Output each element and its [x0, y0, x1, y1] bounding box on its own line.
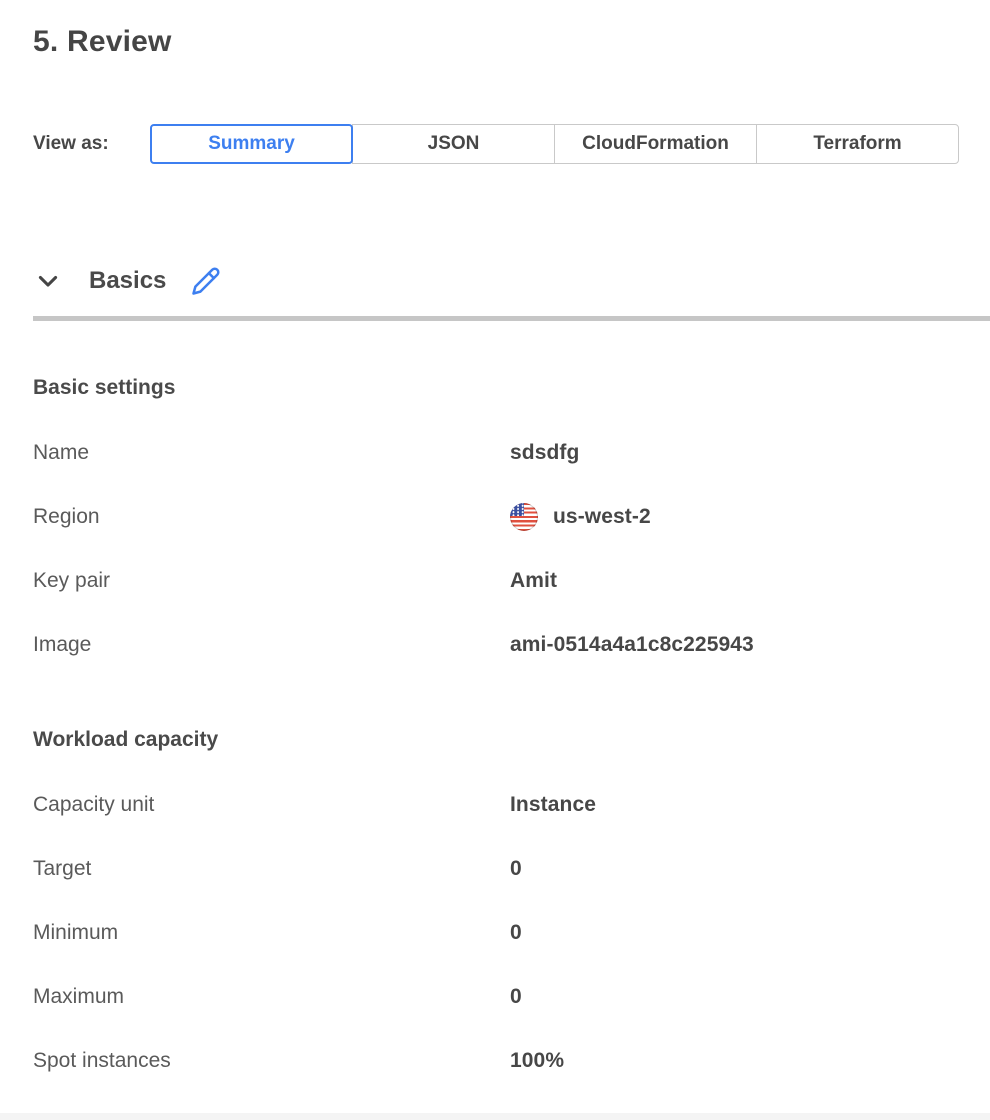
basics-section-title: Basics: [89, 267, 166, 295]
row-label: Name: [33, 441, 510, 465]
row-label: Image: [33, 633, 510, 657]
tab-terraform[interactable]: Terraform: [756, 124, 959, 164]
row-value: 0: [510, 857, 522, 881]
edit-pencil-icon[interactable]: [191, 266, 221, 296]
row-value: 100%: [510, 1049, 564, 1073]
basics-section-header[interactable]: Basics: [33, 264, 990, 298]
row-label: Region: [33, 505, 510, 529]
row-maximum: Maximum 0: [0, 965, 990, 1029]
tab-cloudformation[interactable]: CloudFormation: [554, 124, 757, 164]
row-value: sdsdfg: [510, 441, 579, 465]
view-as-row: View as: Summary JSON CloudFormation Ter…: [33, 124, 990, 164]
row-value: ami-0514a4a1c8c225943: [510, 633, 754, 657]
row-value: Instance: [510, 793, 596, 817]
basic-settings-rows: Name sdsdfg Region us-west-2 Key pair Am…: [0, 421, 990, 677]
group-heading-basic-settings: Basic settings: [33, 375, 990, 401]
view-as-label: View as:: [33, 133, 150, 155]
basics-section-divider: [33, 316, 990, 321]
view-as-tab-group: Summary JSON CloudFormation Terraform: [150, 124, 959, 164]
row-name: Name sdsdfg: [0, 421, 990, 485]
row-value: 0: [510, 985, 522, 1009]
row-label: Target: [33, 857, 510, 881]
row-label: Capacity unit: [33, 793, 510, 817]
row-value: 0: [510, 921, 522, 945]
tab-summary[interactable]: Summary: [150, 124, 353, 164]
us-flag-icon: [510, 503, 538, 531]
row-minimum: Minimum 0: [0, 901, 990, 965]
next-section-band: [0, 1113, 990, 1120]
region-value-text: us-west-2: [553, 505, 651, 529]
row-label: Spot instances: [33, 1049, 510, 1073]
row-label: Maximum: [33, 985, 510, 1009]
row-image: Image ami-0514a4a1c8c225943: [0, 613, 990, 677]
row-target: Target 0: [0, 837, 990, 901]
row-capacity-unit: Capacity unit Instance: [0, 773, 990, 837]
review-page: 5. Review View as: Summary JSON CloudFor…: [0, 22, 990, 1120]
group-heading-workload-capacity: Workload capacity: [33, 727, 990, 753]
row-region: Region us-west-2: [0, 485, 990, 549]
row-key-pair: Key pair Amit: [0, 549, 990, 613]
workload-capacity-rows: Capacity unit Instance Target 0 Minimum …: [0, 773, 990, 1093]
row-spot-instances: Spot instances 100%: [0, 1029, 990, 1093]
page-title: 5. Review: [33, 22, 990, 62]
row-label: Key pair: [33, 569, 510, 593]
tab-json[interactable]: JSON: [352, 124, 555, 164]
chevron-down-icon[interactable]: [33, 267, 63, 295]
row-label: Minimum: [33, 921, 510, 945]
row-value: Amit: [510, 569, 557, 593]
row-value: us-west-2: [510, 503, 651, 531]
